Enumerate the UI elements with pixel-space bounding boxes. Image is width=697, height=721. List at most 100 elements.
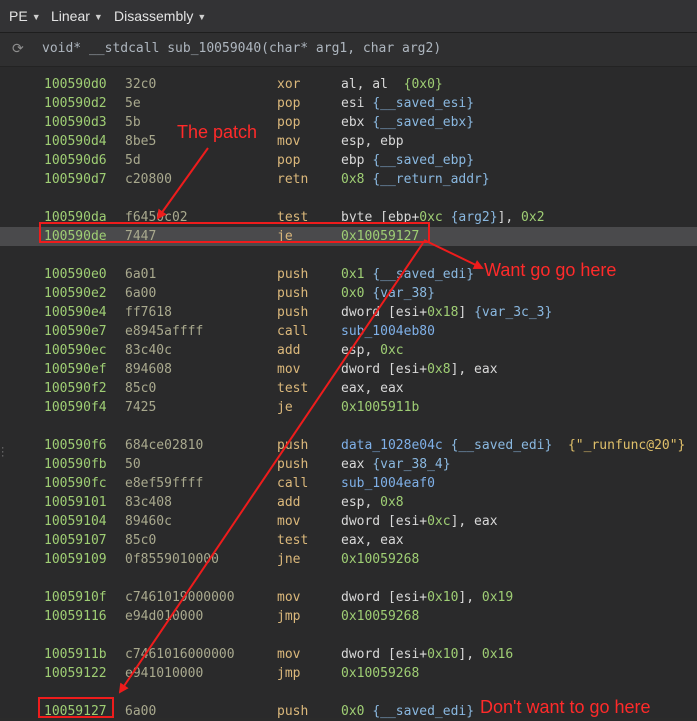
instruction-address[interactable]: 100590e0 [44, 265, 107, 284]
operand-token[interactable]: {__saved_ebp} [372, 153, 474, 168]
instruction-address[interactable]: 100590d7 [44, 170, 107, 189]
instruction-row[interactable]: 100590f6 684ce02810 push data_1028e04c {__s… [0, 436, 697, 455]
operand-token[interactable]: 0x0 [341, 286, 364, 301]
instruction-operands[interactable]: eax, eax [341, 531, 404, 550]
instruction-row[interactable]: 10059107 85c0 test eax, eax [0, 531, 697, 550]
instruction-address[interactable]: 100590f4 [44, 398, 107, 417]
instruction-operands[interactable]: dword [esi+0x10], 0x19 [341, 588, 513, 607]
operand-token[interactable]: 0x10059268 [341, 609, 419, 624]
instruction-operands[interactable]: 0x10059268 [341, 607, 419, 626]
operand-token[interactable]: {var_38_4} [372, 457, 450, 472]
refresh-icon[interactable]: ⟳ [12, 41, 24, 57]
instruction-address[interactable]: 10059107 [44, 531, 107, 550]
instruction-operands[interactable]: ebx {__saved_ebx} [341, 113, 474, 132]
instruction-address[interactable]: 100590d3 [44, 113, 107, 132]
instruction-address[interactable]: 100590fc [44, 474, 107, 493]
instruction-row[interactable]: 100590f2 85c0 test eax, eax [0, 379, 697, 398]
instruction-row[interactable]: 10059109 0f8559010000 jne 0x10059268 [0, 550, 697, 569]
instruction-address[interactable]: 10059104 [44, 512, 107, 531]
instruction-row[interactable]: 100590d2 5e pop esi {__saved_esi} [0, 94, 697, 113]
view-type-dropdown[interactable]: PE ▼ [9, 7, 41, 25]
instruction-operands[interactable]: dword [esi+0x8], eax [341, 360, 498, 379]
operand-token[interactable]: data_1028e04c [341, 438, 443, 453]
instruction-operands[interactable]: 0x0 {var_38} [341, 284, 435, 303]
instruction-row[interactable]: 100590e2 6a00 push 0x0 {var_38} [0, 284, 697, 303]
instruction-row[interactable]: 100590e7 e8945affff call sub_1004eb80 [0, 322, 697, 341]
instruction-operands[interactable]: eax, eax [341, 379, 404, 398]
instruction-address[interactable]: 10059122 [44, 664, 107, 683]
operand-token[interactable]: 0x10 [427, 647, 458, 662]
instruction-row[interactable]: 100590e4 ff7618 push dword [esi+0x18] {var_… [0, 303, 697, 322]
instruction-operands[interactable]: data_1028e04c {__saved_edi} {"_runfunc@2… [341, 436, 685, 455]
instruction-operands[interactable]: 0x10059268 [341, 550, 419, 569]
operand-token[interactable]: 0x19 [482, 590, 513, 605]
instruction-address[interactable]: 100590d4 [44, 132, 107, 151]
instruction-operands[interactable]: ebp {__saved_ebp} [341, 151, 474, 170]
instruction-operands[interactable]: esp, 0x8 [341, 493, 404, 512]
instruction-address[interactable]: 1005910f [44, 588, 107, 607]
disassembly-listing[interactable]: · · · 100590d0 32c0 xor al, al {0x0} 100590d2 5… [0, 67, 697, 721]
operand-token[interactable]: {"_runfunc@20"} [568, 438, 685, 453]
instruction-address[interactable]: 100590ef [44, 360, 107, 379]
instruction-address[interactable]: 100590e7 [44, 322, 107, 341]
mode-dropdown[interactable]: Disassembly ▼ [114, 7, 206, 25]
instruction-address[interactable]: 100590e2 [44, 284, 107, 303]
instruction-row[interactable]: 100590f4 7425 je 0x1005911b [0, 398, 697, 417]
operand-token[interactable]: {__saved_edi} [372, 704, 474, 719]
instruction-operands[interactable]: 0x1005911b [341, 398, 419, 417]
operand-token[interactable]: 0x8 [341, 172, 364, 187]
layout-dropdown[interactable]: Linear ▼ [51, 7, 103, 25]
instruction-row[interactable]: 100590ec 83c40c add esp, 0xc [0, 341, 697, 360]
operand-token[interactable]: 0xc [380, 343, 403, 358]
operand-token[interactable]: {0x0} [404, 77, 443, 92]
instruction-address[interactable]: 10059116 [44, 607, 107, 626]
instruction-operands[interactable]: esp, 0xc [341, 341, 404, 360]
operand-token[interactable]: {var_3c_3} [474, 305, 552, 320]
instruction-operands[interactable]: dword [esi+0x18] {var_3c_3} [341, 303, 552, 322]
instruction-address[interactable]: 100590ec [44, 341, 107, 360]
instruction-operands[interactable]: sub_1004eaf0 [341, 474, 435, 493]
instruction-address[interactable]: 100590f2 [44, 379, 107, 398]
operand-token[interactable]: 0x16 [482, 647, 513, 662]
operand-token[interactable]: 0x8 [380, 495, 403, 510]
instruction-row[interactable]: 10059101 83c408 add esp, 0x8 [0, 493, 697, 512]
operand-token[interactable]: 0x10059268 [341, 552, 419, 567]
instruction-row[interactable]: 1005911b c7461016000000 mov dword [esi+0x10… [0, 645, 697, 664]
instruction-operands[interactable]: al, al {0x0} [341, 75, 443, 94]
instruction-operands[interactable]: sub_1004eb80 [341, 322, 435, 341]
operand-token[interactable]: {arg2} [451, 210, 498, 225]
instruction-address[interactable]: 100590d6 [44, 151, 107, 170]
operand-token[interactable]: sub_1004eaf0 [341, 476, 435, 491]
instruction-row[interactable]: 10059122 e941010000 jmp 0x10059268 [0, 664, 697, 683]
instruction-row[interactable]: 100590d0 32c0 xor al, al {0x0} [0, 75, 697, 94]
instruction-row[interactable]: 100590fb 50 push eax {var_38_4} [0, 455, 697, 474]
operand-token[interactable]: 0x2 [521, 210, 544, 225]
instruction-row[interactable]: 100590fc e8ef59ffff call sub_1004eaf0 [0, 474, 697, 493]
instruction-operands[interactable]: 0x8 {__return_addr} [341, 170, 490, 189]
operand-token[interactable]: {var_38} [372, 286, 435, 301]
instruction-operands[interactable]: 0x1 {__saved_edi} [341, 265, 474, 284]
instruction-row[interactable]: 100590ef 894608 mov dword [esi+0x8], eax [0, 360, 697, 379]
instruction-row[interactable]: 10059116 e94d010000 jmp 0x10059268 [0, 607, 697, 626]
operand-token[interactable]: {__return_addr} [372, 172, 489, 187]
operand-token[interactable]: {__saved_edi} [451, 438, 553, 453]
operand-token[interactable]: 0x0 [341, 704, 364, 719]
operand-token[interactable]: 0x10059268 [341, 666, 419, 681]
instruction-address[interactable]: 100590fb [44, 455, 107, 474]
operand-token[interactable]: 0x1 [341, 267, 364, 282]
instruction-operands[interactable]: eax {var_38_4} [341, 455, 451, 474]
instruction-row[interactable]: 100590d3 5b pop ebx {__saved_ebx} [0, 113, 697, 132]
operand-token[interactable]: 0x18 [427, 305, 458, 320]
operand-token[interactable]: {__saved_edi} [372, 267, 474, 282]
instruction-address[interactable]: 100590f6 [44, 436, 107, 455]
instruction-operands[interactable]: 0x10059268 [341, 664, 419, 683]
instruction-operands[interactable]: 0x0 {__saved_edi} [341, 702, 474, 721]
instruction-address[interactable]: 1005911b [44, 645, 107, 664]
instruction-row[interactable]: 100590d4 8be5 mov esp, ebp [0, 132, 697, 151]
instruction-row[interactable]: 10059104 89460c mov dword [esi+0xc], eax [0, 512, 697, 531]
operand-token[interactable]: 0x10 [427, 590, 458, 605]
instruction-operands[interactable]: dword [esi+0xc], eax [341, 512, 498, 531]
operand-token[interactable]: 0xc [427, 514, 450, 529]
instruction-address[interactable]: 10059109 [44, 550, 107, 569]
instruction-row[interactable]: 100590d6 5d pop ebp {__saved_ebp} [0, 151, 697, 170]
